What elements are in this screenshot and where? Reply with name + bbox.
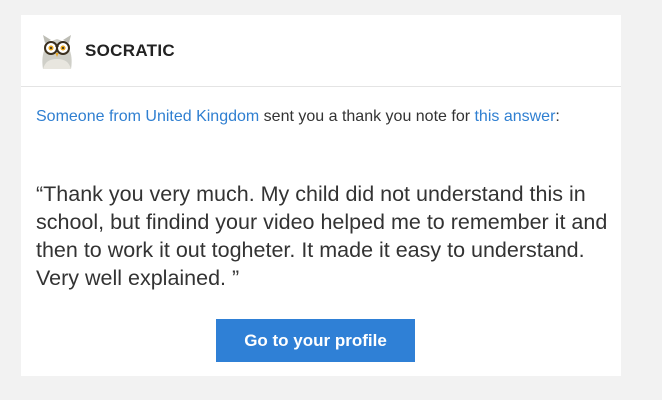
intro-end-punctuation: : [555, 108, 560, 125]
intro-middle-text: sent you a thank you note for [259, 108, 475, 125]
owl-logo-icon [42, 34, 72, 69]
thank-you-quote: “Thank you very much. My child did not u… [36, 182, 608, 290]
footer-text-fragment [30, 392, 330, 400]
brand-name: SOCRATIC [85, 40, 175, 60]
answer-link[interactable]: this answer [474, 108, 555, 125]
sender-link[interactable]: Someone from United Kingdom [36, 108, 259, 125]
email-card: SOCRATIC Someone from United Kingdom sen… [21, 15, 621, 376]
go-to-profile-button[interactable]: Go to your profile [216, 319, 415, 362]
email-header: SOCRATIC [21, 15, 621, 87]
thank-you-intro: Someone from United Kingdom sent you a t… [36, 105, 606, 128]
